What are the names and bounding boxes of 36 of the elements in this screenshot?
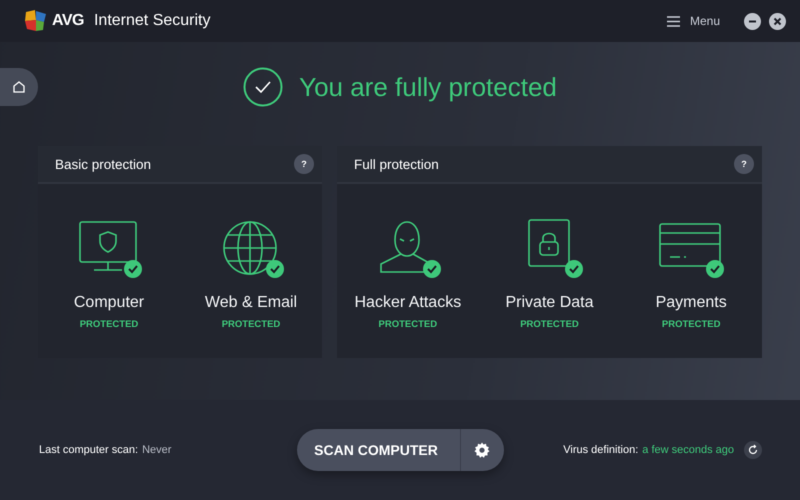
help-button[interactable]: ? [734, 154, 754, 174]
card-icon [659, 223, 721, 267]
window-title: Internet Security [94, 12, 212, 30]
home-tab[interactable] [0, 68, 38, 106]
home-icon [13, 81, 25, 93]
feature-status: PROTECTED [378, 319, 438, 330]
status-headline: You are fully protected [299, 72, 557, 102]
menu-icon [666, 16, 680, 26]
feature-status: PROTECTED [520, 319, 579, 330]
gear-icon [474, 442, 490, 458]
feature-label: Hacker Attacks [354, 294, 462, 312]
feature-label: Payments [656, 294, 727, 312]
refresh-icon[interactable] [744, 441, 762, 459]
feature-label: Web & Email [204, 294, 298, 312]
feature-label: Private Data [505, 294, 594, 312]
feature-label: Computer [74, 294, 144, 312]
panel-title: Full protection [354, 156, 439, 172]
close-icon [773, 16, 782, 26]
computer-icon [79, 221, 137, 271]
close-button[interactable] [769, 12, 786, 30]
panel-title: Basic protection [55, 156, 152, 172]
help-button[interactable]: ? [294, 154, 314, 174]
globe-icon [223, 221, 277, 275]
scan-computer-button[interactable]: SCAN COMPUTER [297, 429, 460, 471]
menu-button[interactable]: Menu [666, 14, 720, 28]
logo-icon [24, 10, 48, 32]
feature-status: PROTECTED [80, 319, 138, 330]
feature-status: PROTECTED [662, 319, 720, 330]
minimize-button[interactable] [744, 12, 761, 30]
last-scan-value: Never [142, 444, 172, 456]
document-lock-icon [528, 219, 570, 267]
last-scan-label: Last computer scan: [39, 444, 138, 456]
virus-definition-link[interactable]: a few seconds ago [642, 444, 734, 456]
brand-name: AVG [52, 12, 84, 30]
virus-definition-label: Virus definition: [563, 444, 638, 456]
feature-status: PROTECTED [222, 319, 280, 330]
